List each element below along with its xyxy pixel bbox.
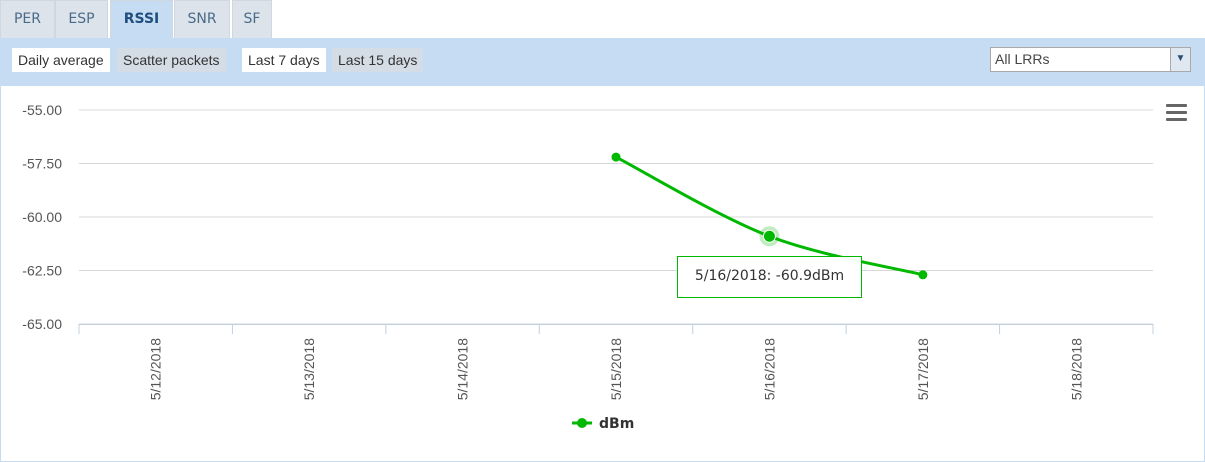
x-tick-label: 5/12/2018 [148,338,164,400]
chart-tooltip: 5/16/2018: -60.9dBm [677,256,862,298]
x-tick-label: 5/16/2018 [761,338,777,400]
legend-label[interactable]: dBm [599,416,634,432]
data-point[interactable] [762,229,776,243]
rssi-line-chart: -55.00 -57.50 -60.00 -62.50 -65.00 5/12/2018… [22,102,1154,432]
x-tick-label: 5/14/2018 [455,338,471,400]
x-tick-label: 5/17/2018 [915,338,931,400]
y-tick-label: -65.00 [22,316,62,332]
y-tick-label: -55.00 [22,102,62,118]
data-point[interactable] [611,152,621,162]
y-tick-label: -62.50 [22,263,62,279]
y-tick-label: -60.00 [22,209,62,225]
data-point[interactable] [918,270,928,280]
x-tick-label: 5/15/2018 [608,338,624,400]
legend-marker [577,418,587,428]
x-tick-label: 5/13/2018 [301,338,317,400]
hamburger-menu-icon[interactable] [1166,104,1187,122]
y-tick-label: -57.50 [22,156,62,172]
x-tick-label: 5/18/2018 [1068,338,1084,400]
